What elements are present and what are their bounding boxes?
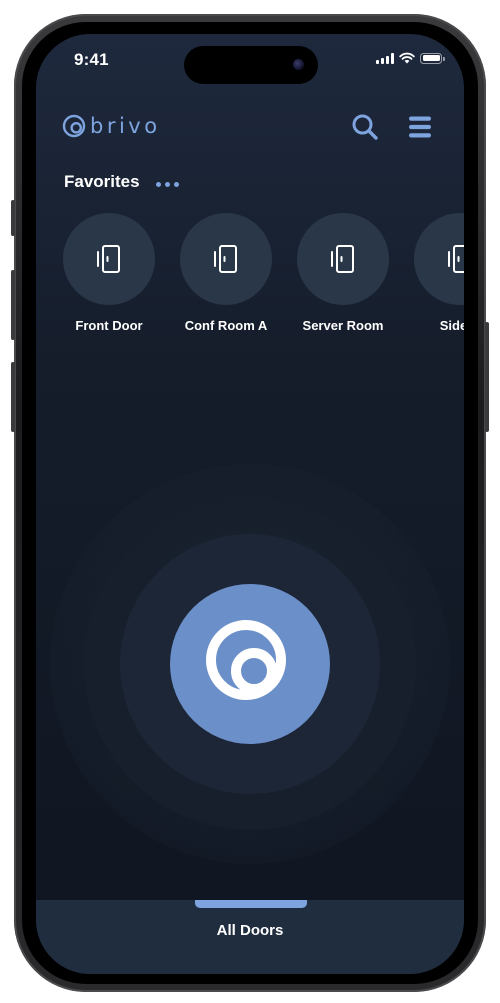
cellular-signal-icon [376,52,394,64]
dynamic-island [184,46,318,84]
favorite-door-circle [297,213,389,305]
power-button [485,322,489,432]
door-icon [214,245,237,273]
menu-button[interactable] [403,110,437,144]
more-dots-icon [155,181,161,187]
tab-all-doors[interactable]: All Doors [36,922,464,939]
unlock-button[interactable] [170,584,330,744]
favorite-door-label: Front Door [75,318,143,333]
brivo-logo: brivo [62,114,161,138]
favorite-door-circle [414,213,464,305]
favorite-door[interactable]: Server Room [288,213,398,333]
favorite-door-label: Conf Room A [184,318,268,333]
favorite-door[interactable]: Front Door [54,213,164,333]
favorite-door[interactable]: Side D [405,213,464,333]
tab-indicator [195,900,307,908]
favorite-door-circle [63,213,155,305]
action-button [11,200,15,236]
status-icons [376,52,445,64]
status-time: 9:41 [74,50,109,69]
door-icon [448,245,464,273]
hamburger-menu-icon [409,116,431,138]
favorite-door[interactable]: Conf Room A [171,213,281,333]
favorite-door-label: Side D [439,318,464,333]
camera-icon [293,59,304,70]
volume-down-button [11,362,15,432]
search-button[interactable] [348,110,382,144]
door-icon [331,245,354,273]
favorite-door-label: Server Room [302,318,384,333]
battery-icon [420,52,445,64]
brivo-logo-text: brivo [90,114,161,138]
brivo-logo-mark-icon [62,114,86,138]
door-icon [97,245,120,273]
bottom-tab-bar: All Doors [36,900,464,974]
brivo-mark-icon [206,620,286,700]
app-screen: 9:41 brivo Favorites Front Door Conf Roo… [36,34,464,974]
favorite-door-circle [180,213,272,305]
favorites-title: Favorites [64,172,140,191]
favorites-more-button[interactable] [152,174,182,194]
search-icon [352,114,378,140]
wifi-icon [399,52,415,64]
volume-up-button [11,270,15,340]
